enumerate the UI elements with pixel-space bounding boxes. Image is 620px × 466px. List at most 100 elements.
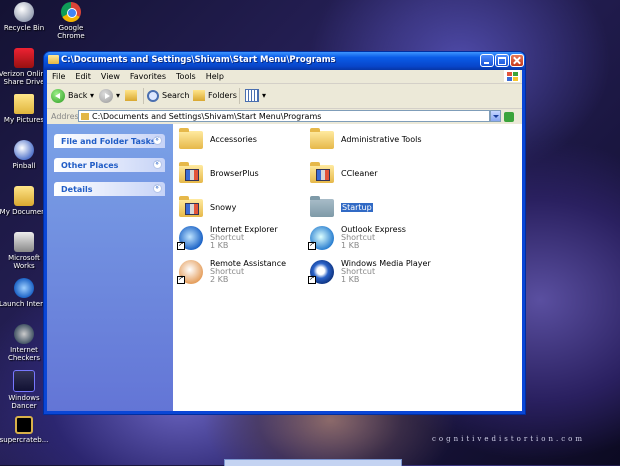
desktop-icon-label: Internet Checkers — [7, 346, 41, 362]
panel-title: File and Folder Tasks — [61, 137, 156, 146]
program-folder-icon — [179, 196, 203, 217]
expand-chevron-icon[interactable] — [153, 160, 162, 169]
chrome-icon — [61, 2, 81, 22]
file-list: Accessories Administrative Tools Browser… — [173, 124, 522, 411]
ie-icon — [14, 278, 34, 298]
folder-icon — [14, 94, 34, 114]
file-folder-tasks-panel[interactable]: File and Folder Tasks — [54, 134, 165, 148]
folder-item-accessories[interactable]: Accessories — [177, 128, 307, 158]
windows-logo-icon — [504, 70, 520, 82]
details-panel[interactable]: Details — [54, 182, 165, 196]
expand-chevron-icon[interactable] — [153, 184, 162, 193]
close-button[interactable] — [510, 54, 524, 67]
menu-favorites[interactable]: Favorites — [125, 70, 171, 83]
desktop-icon-label: Windows Dancer — [8, 394, 40, 410]
folder-icon — [179, 128, 203, 149]
maximize-button[interactable] — [495, 54, 509, 67]
go-arrow-icon — [504, 111, 514, 122]
shortcut-arrow-icon — [308, 274, 316, 284]
program-folder-icon — [179, 162, 203, 183]
item-size: 1 KB — [341, 241, 360, 250]
search-icon — [147, 89, 159, 102]
up-folder-button[interactable] — [125, 88, 140, 104]
minimize-button[interactable] — [480, 54, 494, 67]
documents-icon — [14, 186, 34, 206]
toolbar-separator — [143, 88, 144, 104]
back-arrow-icon — [51, 88, 65, 103]
shortcut-arrow-icon — [308, 240, 316, 250]
folder-item-snowy[interactable]: Snowy — [177, 196, 307, 226]
panel-title: Details — [61, 185, 93, 194]
forward-button[interactable]: ▾ — [99, 88, 120, 104]
folder-icon — [310, 196, 334, 217]
folders-label: Folders — [208, 91, 237, 100]
other-places-panel[interactable]: Other Places — [54, 158, 165, 172]
shortcut-item-outlook-express[interactable]: Outlook Express Shortcut 1 KB — [308, 225, 438, 256]
shortcut-item-internet-explorer[interactable]: Internet Explorer Shortcut 1 KB — [177, 225, 307, 256]
menu-edit[interactable]: Edit — [70, 70, 96, 83]
recycle-bin-icon — [14, 2, 34, 22]
wallpaper-watermark: cognitivedistortion.com — [432, 435, 585, 443]
desktop-icon-label: Pinball — [12, 162, 36, 170]
item-name: CCleaner — [341, 169, 378, 178]
menu-help[interactable]: Help — [201, 70, 229, 83]
title-bar[interactable]: C:\Documents and Settings\Shivam\Start M… — [44, 52, 525, 70]
item-name: Accessories — [210, 135, 257, 144]
item-size: 1 KB — [210, 241, 229, 250]
desktop-icon-label: My Pictures — [3, 116, 45, 124]
crate-icon — [15, 416, 33, 434]
desktop-icon-label: Verizon Online Share Drive — [0, 70, 50, 86]
desktop-icon-label: Google Chrome — [57, 24, 85, 40]
back-label: Back — [68, 91, 88, 100]
explorer-window: C:\Documents and Settings\Shivam\Start M… — [44, 52, 525, 414]
window-title: C:\Documents and Settings\Shivam\Start M… — [61, 55, 336, 65]
folders-icon — [193, 90, 205, 101]
back-button[interactable]: Back ▾ — [51, 88, 94, 104]
menu-file[interactable]: File — [47, 70, 70, 83]
menu-tools[interactable]: Tools — [171, 70, 201, 83]
works-icon — [14, 232, 34, 252]
shortcut-arrow-icon — [177, 240, 185, 250]
toolbar-separator — [239, 88, 240, 104]
address-dropdown-button[interactable] — [490, 110, 501, 122]
item-size: 1 KB — [341, 275, 360, 284]
desktop-icon-label: Recycle Bin — [3, 24, 45, 32]
search-button[interactable]: Search — [147, 88, 189, 104]
panel-title: Other Places — [61, 161, 119, 170]
views-button[interactable]: ▾ — [245, 88, 266, 104]
folder-item-startup[interactable]: Startup — [308, 196, 438, 226]
shortcut-arrow-icon — [177, 274, 185, 284]
folder-item-ccleaner[interactable]: CCleaner — [308, 162, 438, 192]
item-name: Administrative Tools — [341, 135, 422, 144]
desktop-icon-label: My Document — [0, 208, 49, 216]
desktop-icon-google-chrome[interactable]: Google Chrome — [44, 2, 98, 40]
up-folder-icon — [125, 90, 137, 101]
menu-view[interactable]: View — [96, 70, 125, 83]
desktop-icon-label: Launch Inter... — [0, 300, 50, 308]
desktop-icon-label: Microsoft Works — [8, 254, 40, 270]
expand-chevron-icon[interactable] — [153, 136, 162, 145]
forward-arrow-icon — [99, 88, 113, 103]
folder-icon — [48, 55, 59, 64]
window-client: File Edit View Favorites Tools Help Back ▾ ▾ … — [47, 70, 522, 411]
item-name: Startup — [341, 203, 373, 212]
search-label: Search — [162, 91, 190, 100]
pinball-icon — [14, 140, 34, 160]
desktop-icon-supercrate[interactable]: supercrateb... — [0, 416, 51, 444]
desktop-icon-label: supercrateb... — [0, 436, 49, 444]
item-name: Snowy — [210, 203, 237, 212]
dancer-icon — [13, 370, 35, 392]
folder-item-browserplus[interactable]: BrowserPlus — [177, 162, 307, 192]
folders-button[interactable]: Folders — [193, 88, 237, 104]
folder-item-administrative-tools[interactable]: Administrative Tools — [308, 128, 438, 158]
program-folder-icon — [310, 162, 334, 183]
item-name: BrowserPlus — [210, 169, 259, 178]
task-pane: File and Folder Tasks Other Places Detai… — [47, 124, 173, 411]
verizon-icon — [14, 48, 34, 68]
shortcut-item-remote-assistance[interactable]: Remote Assistance Shortcut 2 KB — [177, 259, 307, 290]
folder-icon — [310, 128, 334, 149]
toolbar: Back ▾ ▾ Search Folders ▾ — [47, 84, 522, 109]
shortcut-item-windows-media-player[interactable]: Windows Media Player Shortcut 1 KB — [308, 259, 438, 290]
menu-bar: File Edit View Favorites Tools Help — [47, 70, 522, 84]
address-field[interactable]: C:\Documents and Settings\Shivam\Start M… — [78, 110, 490, 122]
